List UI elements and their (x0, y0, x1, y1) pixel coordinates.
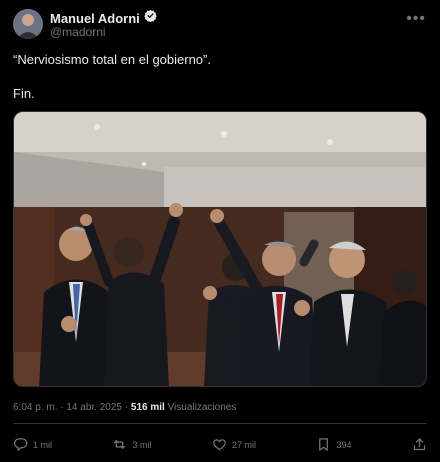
share-icon (412, 437, 427, 454)
more-options-icon[interactable]: ••• (406, 10, 426, 28)
repost-count: 3 mil (132, 440, 152, 450)
divider (13, 423, 427, 424)
verified-badge-icon (144, 9, 157, 27)
post-time[interactable]: 6:04 p. m. (13, 402, 57, 413)
views-label: Visualizaciones (167, 402, 237, 413)
reply-button[interactable]: 1 mil (13, 437, 52, 454)
like-button[interactable]: 27 mil (212, 437, 256, 454)
avatar[interactable] (13, 9, 43, 39)
post-photo[interactable] (13, 111, 427, 387)
action-bar: 1 mil 3 mil 27 mil 394 (13, 436, 427, 454)
views-count: 516 mil (130, 402, 165, 413)
like-count: 27 mil (231, 440, 256, 450)
post-text-line-2: Fin. (13, 86, 35, 101)
post-text-line-1: “Nerviosismo total en el gobierno”. (13, 52, 211, 67)
heart-icon (212, 437, 227, 454)
meta-separator: · (124, 402, 129, 413)
bookmark-button[interactable]: 394 (316, 437, 351, 454)
post-photo-illustration (14, 112, 426, 386)
bookmark-count: 394 (336, 440, 352, 450)
post-meta: 6:04 p. m. · 14 abr. 2025 · 516 mil Visu… (13, 402, 236, 413)
reply-count: 1 mil (33, 440, 53, 450)
share-button[interactable] (412, 437, 427, 454)
reply-icon (13, 437, 28, 454)
post-date[interactable]: 14 abr. 2025 (66, 402, 122, 413)
repost-icon (112, 437, 127, 454)
repost-button[interactable]: 3 mil (112, 437, 152, 454)
tweet: Manuel Adorni @madorni ••• “Nerviosismo … (0, 0, 440, 462)
meta-separator: · (60, 402, 64, 413)
bookmark-icon (316, 437, 331, 454)
author-handle[interactable]: @madorni (50, 25, 106, 39)
author-name[interactable]: Manuel Adorni (50, 11, 140, 26)
